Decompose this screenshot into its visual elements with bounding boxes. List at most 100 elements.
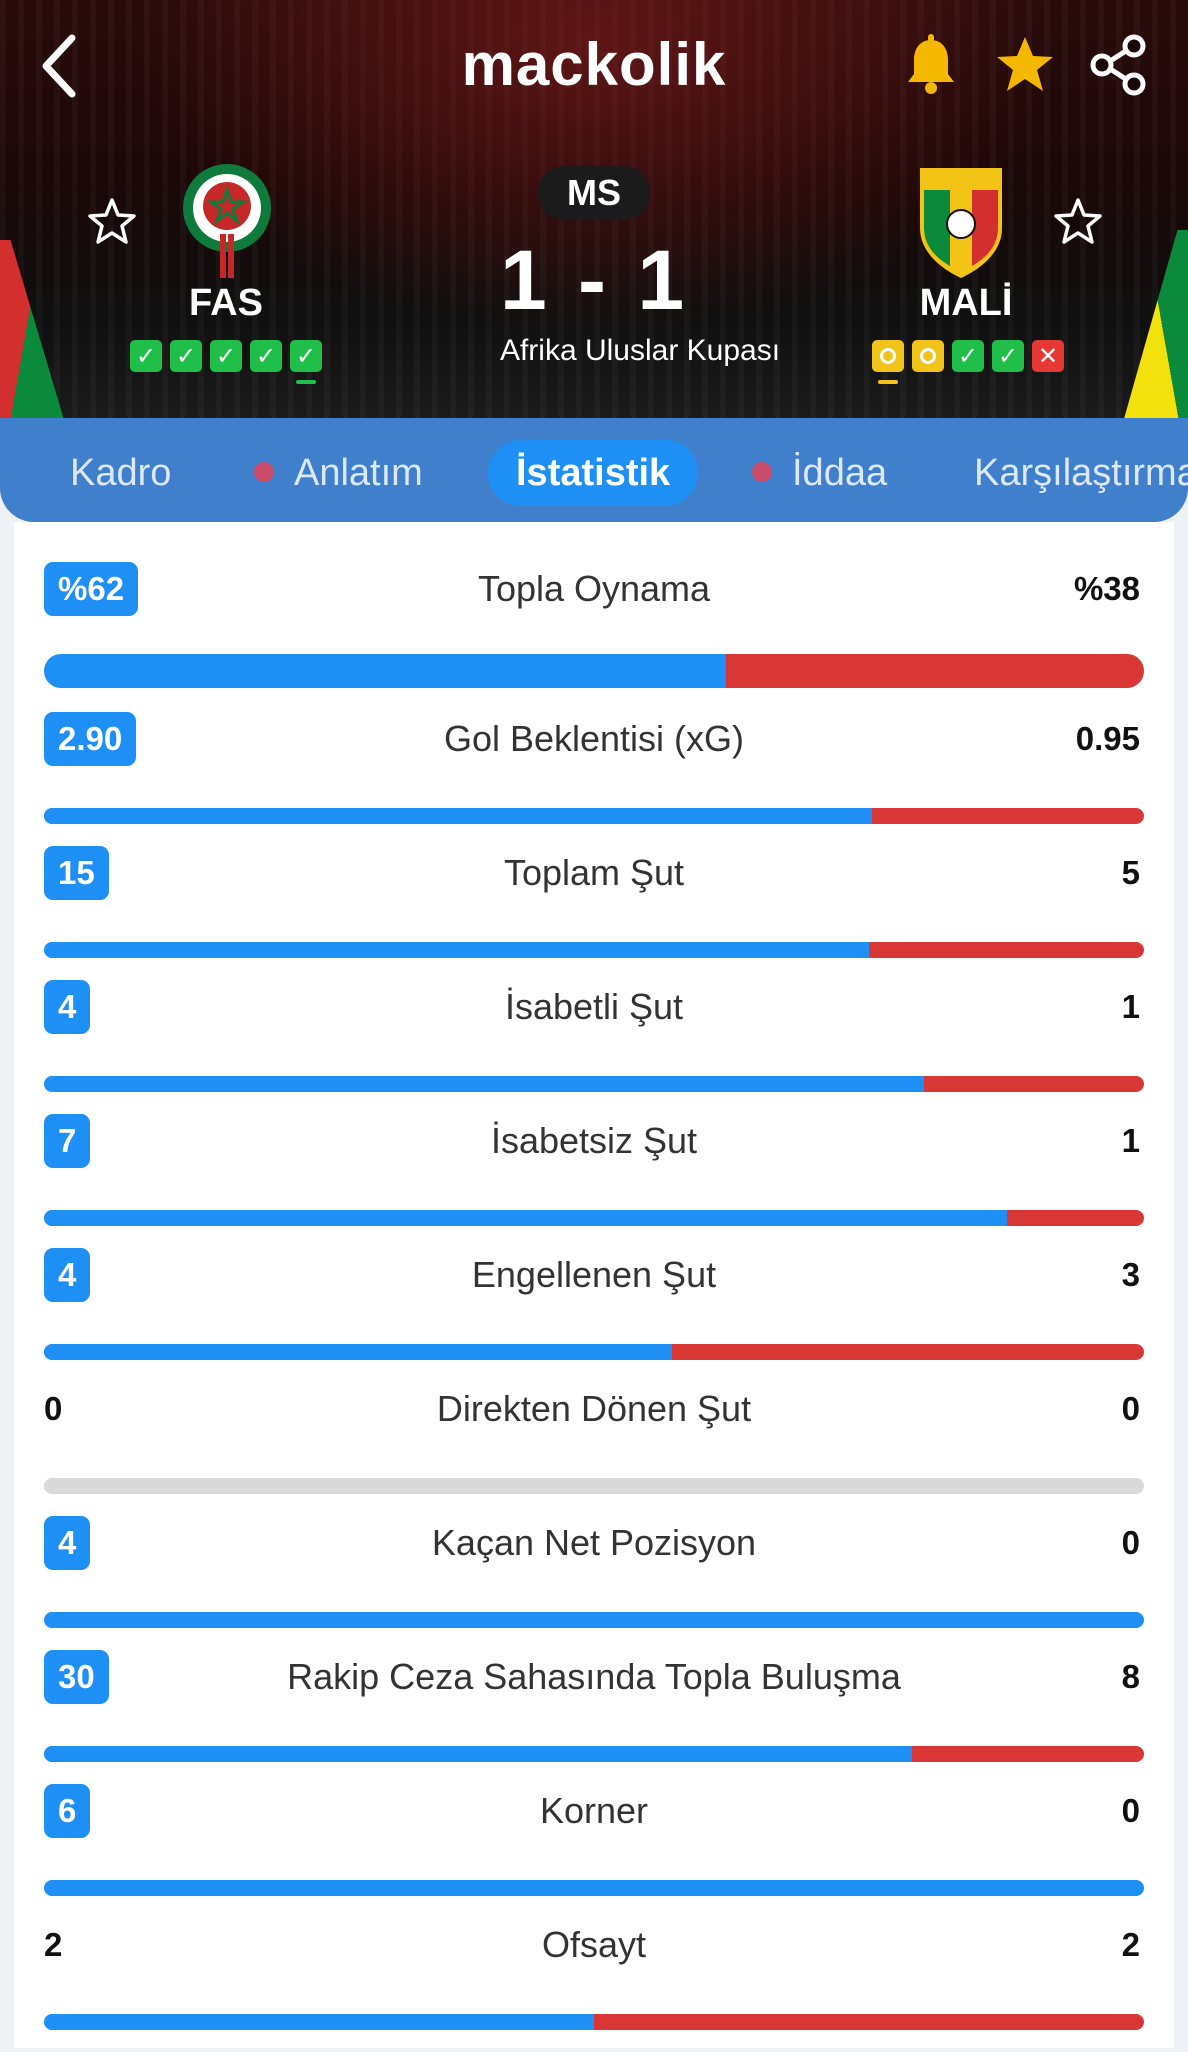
stat-row: 2 Ofsayt 2 xyxy=(14,1918,1174,2052)
stat-label: Kaçan Net Pozisyon xyxy=(431,1522,757,1563)
form-loss-icon: ✕ xyxy=(1032,340,1064,372)
stat-bar-home-fill xyxy=(44,942,869,958)
form-win-icon: ✓ xyxy=(130,340,162,372)
stat-home-value: 2.90 xyxy=(44,712,137,766)
stat-bar-away-fill xyxy=(924,1076,1144,1092)
stat-comparison-bar xyxy=(44,654,1144,688)
stat-away-value: 0 xyxy=(1121,1792,1140,1829)
competition-name[interactable]: Afrika Uluslar Kupası xyxy=(440,334,840,368)
stat-label: İsabetli Şut xyxy=(504,986,684,1027)
stat-comparison-bar xyxy=(44,1344,1144,1360)
stat-bar-away-fill xyxy=(726,654,1144,688)
home-form-strip: ✓ ✓ ✓ ✓ ✓ xyxy=(130,340,322,384)
share-icon[interactable] xyxy=(1088,34,1148,96)
stat-row: 4 İsabetli Şut 1 xyxy=(14,980,1174,1114)
stat-comparison-bar xyxy=(44,1076,1144,1092)
stat-away-value: 0.95 xyxy=(1075,720,1140,757)
stat-home-value: 6 xyxy=(44,1784,91,1838)
stat-bar-home-fill xyxy=(44,2014,594,2030)
match-status-badge: MS xyxy=(538,166,650,220)
tab-karsilastirma[interactable]: Karşılaştırma xyxy=(974,440,1188,506)
stat-label: İsabetsiz Şut xyxy=(490,1120,698,1161)
stat-label: Ofsayt xyxy=(541,1924,647,1965)
tab-kadro[interactable]: Kadro xyxy=(70,440,171,506)
stat-row: 2.90 Gol Beklentisi (xG) 0.95 xyxy=(14,712,1174,846)
stat-bar-home-fill xyxy=(44,1880,1144,1896)
away-team-name[interactable]: MALİ xyxy=(866,282,1066,325)
match-header: mackolik FAS ✓ ✓ ✓ ✓ ✓ MS 1 - 1 Afrika Ulusl… xyxy=(0,0,1188,420)
form-win-icon: ✓ xyxy=(250,340,282,372)
form-draw-icon xyxy=(912,340,944,372)
statistics-list: %62 Topla Oynama %38 2.90 Gol Beklentisi (xG… xyxy=(14,522,1174,2048)
stat-comparison-bar xyxy=(44,1478,1144,1494)
stat-row: 30 Rakip Ceza Sahasında Topla Buluşma 8 xyxy=(14,1650,1174,1784)
stat-comparison-bar xyxy=(44,808,1144,824)
form-win-icon: ✓ xyxy=(170,340,202,372)
match-tabs: Kadro Anlatım İstatistik İddaa Karşılaşt… xyxy=(0,418,1188,522)
tab-label: Anlatım xyxy=(294,452,423,494)
stat-home-value: 4 xyxy=(44,1248,91,1302)
stat-away-value: 3 xyxy=(1121,1256,1140,1293)
stat-row: 15 Toplam Şut 5 xyxy=(14,846,1174,980)
stat-away-value: 0 xyxy=(1121,1390,1140,1427)
form-win-icon: ✓ xyxy=(952,340,984,372)
tab-anlatim[interactable]: Anlatım xyxy=(254,440,423,506)
away-form-strip: ✓ ✓ ✕ xyxy=(872,340,1064,384)
stat-home-value: 2 xyxy=(44,1926,63,1963)
live-dot-icon xyxy=(254,461,274,482)
stat-bar-home-fill xyxy=(44,1076,924,1092)
stat-away-value: 0 xyxy=(1121,1524,1140,1561)
stat-bar-away-fill xyxy=(911,1746,1144,1762)
stat-label: Rakip Ceza Sahasında Topla Buluşma xyxy=(287,1656,901,1697)
stat-home-value: 4 xyxy=(44,980,91,1034)
stat-label: Toplam Şut xyxy=(503,852,685,893)
stat-bar-home-fill xyxy=(44,654,726,688)
stat-home-value: 15 xyxy=(44,846,109,900)
stat-comparison-bar xyxy=(44,1880,1144,1896)
stat-label: Korner xyxy=(539,1790,649,1831)
stat-home-value: 4 xyxy=(44,1516,91,1570)
stat-comparison-bar xyxy=(44,2014,1144,2030)
stat-row: 4 Engellenen Şut 3 xyxy=(14,1248,1174,1382)
stat-bar-away-fill xyxy=(672,1344,1144,1360)
live-dot-icon xyxy=(752,461,772,482)
stat-away-value: 1 xyxy=(1121,988,1140,1025)
tab-iddaa[interactable]: İddaa xyxy=(752,440,887,506)
bell-icon[interactable] xyxy=(904,34,958,96)
tab-label: Karşılaştırma xyxy=(974,452,1188,494)
stat-bar-away-fill xyxy=(594,2014,1144,2030)
stat-home-value: %62 xyxy=(44,562,139,616)
stat-bar-home-fill xyxy=(44,1344,673,1360)
stat-label: Engellenen Şut xyxy=(471,1254,717,1295)
star-icon[interactable] xyxy=(994,34,1056,96)
stat-row: 6 Korner 0 xyxy=(14,1784,1174,1918)
tab-label: İstatistik xyxy=(516,452,671,494)
stat-comparison-bar xyxy=(44,1612,1144,1628)
tab-label: Kadro xyxy=(70,452,172,494)
stat-away-value: 8 xyxy=(1121,1658,1140,1695)
stat-home-value: 30 xyxy=(44,1650,109,1704)
stat-label: Gol Beklentisi (xG) xyxy=(443,718,745,759)
tab-istatistik[interactable]: İstatistik xyxy=(488,440,699,506)
away-follow-star-outline-icon[interactable] xyxy=(1052,196,1104,248)
form-win-icon: ✓ xyxy=(210,340,242,372)
stat-bar-away-fill xyxy=(869,942,1144,958)
stat-row: 0 Direkten Dönen Şut 0 xyxy=(14,1382,1174,1516)
stat-home-value: 0 xyxy=(44,1390,63,1427)
stat-away-value: 1 xyxy=(1121,1122,1140,1159)
stat-away-value: 5 xyxy=(1121,854,1140,891)
stat-bar-home-fill xyxy=(44,1746,912,1762)
away-team-crest xyxy=(920,168,1002,278)
stat-label: Topla Oynama xyxy=(477,568,711,609)
stat-bar-away-fill xyxy=(1006,1210,1144,1226)
form-win-icon: ✓ xyxy=(992,340,1024,372)
stat-away-value: 2 xyxy=(1121,1926,1140,1963)
stat-comparison-bar xyxy=(44,1746,1144,1762)
tab-label: İddaa xyxy=(792,452,888,494)
form-win-icon: ✓ xyxy=(290,340,322,384)
stat-row: %62 Topla Oynama %38 xyxy=(14,562,1174,696)
stat-comparison-bar xyxy=(44,1210,1144,1226)
stat-bar-home-fill xyxy=(44,1612,1144,1628)
stat-row: 7 İsabetsiz Şut 1 xyxy=(14,1114,1174,1248)
form-draw-icon xyxy=(872,340,904,384)
